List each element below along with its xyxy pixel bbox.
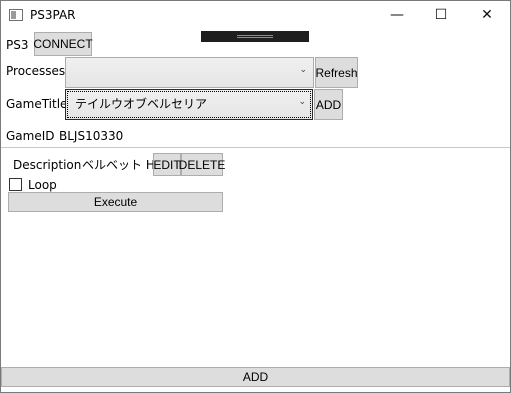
- delete-button[interactable]: DELETE: [179, 153, 225, 176]
- app-window-icon: [9, 9, 23, 21]
- ps3-label: PS3: [6, 38, 29, 52]
- gametitle-label: GameTitle: [6, 97, 68, 111]
- window-title: PS3PAR: [30, 8, 76, 22]
- gameid-label: GameID: [6, 129, 55, 143]
- execute-button[interactable]: Execute: [8, 192, 223, 212]
- maximize-button[interactable]: ☐: [418, 1, 464, 29]
- refresh-button[interactable]: Refresh: [315, 57, 358, 88]
- add-code-button[interactable]: ADD: [1, 367, 510, 387]
- processes-label: Processes: [6, 64, 66, 78]
- code-list-panel: [1, 147, 510, 366]
- gametitle-selected-value: テイルウオブベルセリア: [75, 97, 208, 111]
- add-game-button[interactable]: ADD: [314, 89, 343, 120]
- connect-button[interactable]: CONNECT: [33, 32, 93, 56]
- drag-handle[interactable]: [201, 31, 309, 42]
- description-value: ベルベット HP: [82, 158, 163, 172]
- edit-button[interactable]: EDIT: [153, 153, 181, 176]
- chevron-down-icon: ⌄: [299, 65, 307, 75]
- gametitle-select[interactable]: テイルウオブベルセリア ⌄: [65, 89, 313, 120]
- loop-checkbox[interactable]: [9, 178, 22, 191]
- loop-label: Loop: [28, 178, 57, 192]
- processes-select[interactable]: ⌄: [65, 57, 314, 88]
- chevron-down-icon: ⌄: [298, 97, 306, 107]
- gameid-value: BLJS10330: [59, 129, 124, 143]
- minimize-button[interactable]: —: [374, 1, 420, 29]
- close-button[interactable]: ✕: [464, 1, 510, 29]
- description-label: Description: [13, 158, 82, 172]
